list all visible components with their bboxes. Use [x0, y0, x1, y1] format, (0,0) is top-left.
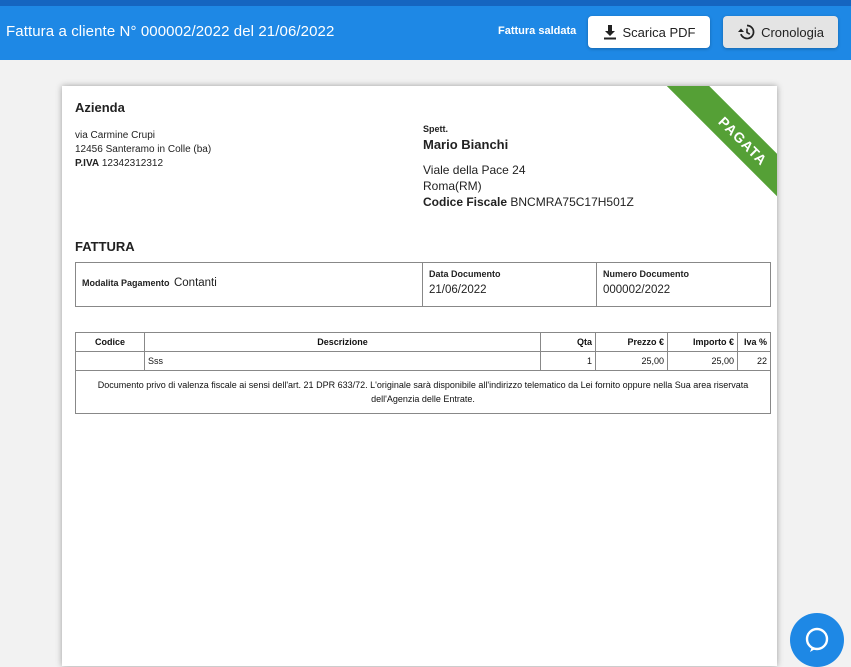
col-header-price: Prezzo € — [595, 332, 668, 352]
payment-method-label: Modalita Pagamento — [82, 278, 170, 288]
paid-stamp: PAGATA — [654, 86, 777, 226]
piva-value: 12342312312 — [101, 158, 164, 169]
document-number-cell: Numero Documento 000002/2022 — [597, 263, 770, 306]
document-number-label: Numero Documento — [603, 269, 690, 279]
company-name: Azienda — [75, 100, 125, 115]
table-row: Sss 1 25,00 25,00 22 — [75, 351, 771, 371]
status-label: Fattura saldata — [498, 25, 577, 37]
company-address-line1: via Carmine Crupi — [75, 130, 156, 141]
document-date-label: Data Documento — [429, 269, 501, 279]
fiscal-code-value: BNCMRA75C17H501Z — [510, 195, 634, 209]
table-header-row: Codice Descrizione Qta Prezzo € Importo … — [75, 332, 771, 352]
company-block: Azienda via Carmine Crupi 12456 Santeram… — [75, 100, 211, 171]
client-address-line1: Viale della Pace 24 — [423, 163, 526, 177]
payment-method-cell: Modalita Pagamento Contanti — [76, 263, 423, 306]
document-date-cell: Data Documento 21/06/2022 — [423, 263, 597, 306]
col-header-vat: Iva % — [737, 332, 771, 352]
col-header-code: Codice — [75, 332, 145, 352]
client-fiscal-code: Codice Fiscale BNCMRA75C17H501Z — [423, 194, 634, 210]
document-date-value: 21/06/2022 — [429, 284, 487, 296]
page-title: Fattura a cliente N° 000002/2022 del 21/… — [6, 23, 335, 40]
paid-ribbon: PAGATA — [637, 86, 777, 226]
items-table: Codice Descrizione Qta Prezzo € Importo … — [75, 332, 771, 414]
document-info-box: Modalita Pagamento Contanti Data Documen… — [75, 262, 771, 307]
client-prefix: Spett. — [423, 124, 449, 134]
col-header-description: Descrizione — [144, 332, 541, 352]
history-button[interactable]: Cronologia — [723, 16, 838, 48]
client-address-line2: Roma(RM) — [423, 179, 482, 193]
download-pdf-label: Scarica PDF — [622, 24, 696, 40]
piva-label: P.IVA — [75, 158, 100, 169]
company-address-line2: 12456 Santeramo in Colle (ba) — [75, 144, 212, 155]
legal-note: Documento privo di valenza fiscale ai se… — [75, 370, 771, 414]
fiscal-code-label: Codice Fiscale — [423, 195, 508, 209]
note-row: Documento privo di valenza fiscale ai se… — [75, 370, 771, 414]
download-icon — [603, 24, 617, 40]
payment-method-value: Contanti — [173, 277, 217, 289]
col-header-qty: Qta — [540, 332, 596, 352]
history-icon — [737, 23, 755, 41]
cell-code — [75, 351, 145, 371]
company-piva: P.IVA 12342312312 — [75, 157, 211, 171]
document-number-value: 000002/2022 — [603, 284, 671, 296]
chat-icon — [804, 613, 830, 658]
cell-vat: 22 — [737, 351, 771, 371]
cell-price: 25,00 — [595, 351, 668, 371]
app-header: Fattura a cliente N° 000002/2022 del 21/… — [0, 6, 851, 60]
col-header-amount: Importo € — [667, 332, 738, 352]
client-block: Spett. Mario Bianchi Viale della Pace 24… — [423, 124, 634, 210]
document-title: FATTURA — [75, 239, 135, 254]
cell-description: Sss — [144, 351, 541, 371]
chat-button[interactable] — [790, 613, 844, 667]
invoice-document: PAGATA Azienda via Carmine Crupi 12456 S… — [62, 86, 777, 666]
cell-qty: 1 — [540, 351, 596, 371]
client-name: Mario Bianchi — [423, 137, 509, 152]
history-label: Cronologia — [761, 24, 824, 40]
cell-amount: 25,00 — [667, 351, 738, 371]
download-pdf-button[interactable]: Scarica PDF — [588, 16, 710, 48]
